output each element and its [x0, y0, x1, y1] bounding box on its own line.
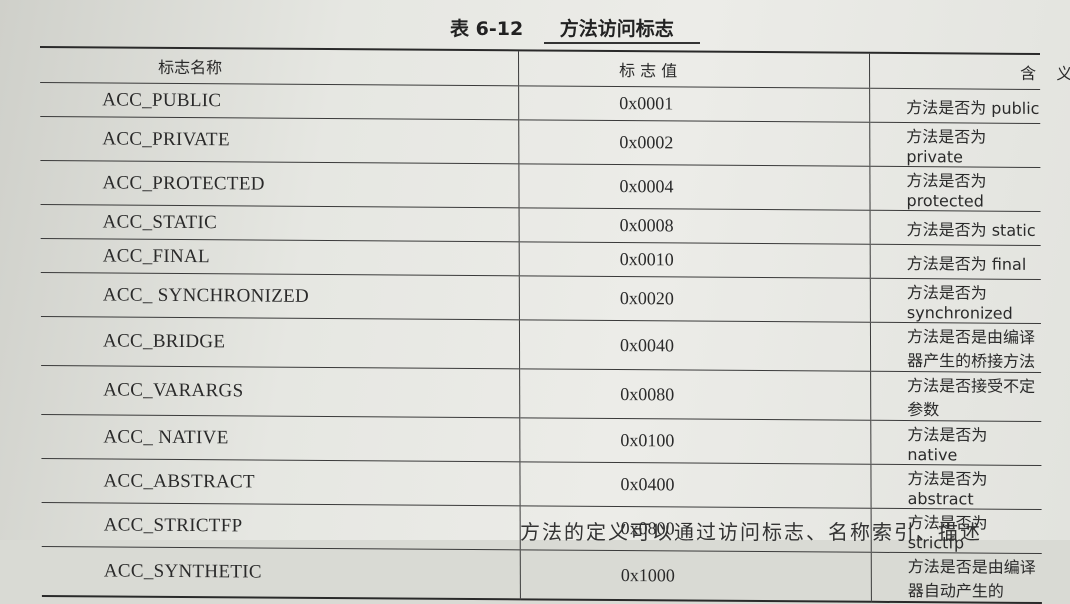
flag-name: ACC_STATIC: [40, 204, 520, 242]
table-row: ACC_ SYNCHRONIZED 0x0020 方法是否为 synchroni…: [40, 272, 1041, 324]
flag-meaning: 方法是否为 private: [869, 122, 1041, 168]
flag-value: 0x0100: [519, 417, 871, 465]
flag-name: ACC_ NATIVE: [41, 414, 520, 462]
flag-value: 0x1000: [520, 549, 872, 602]
flag-meaning: 方法是否为 synchronized: [870, 278, 1041, 324]
flag-name: ACC_PROTECTED: [40, 160, 520, 208]
table-row: ACC_ABSTRACT 0x0400 方法是否为 abstract: [41, 458, 1042, 510]
header-value: 标 志 值: [518, 50, 870, 89]
caption-number: 表 6-12: [450, 18, 524, 40]
page: 表 6-12 方法访问标志 标志名称 标 志 值 含 义 ACC_PUBLIC …: [0, 0, 1070, 603]
flag-meaning: 方法是否是由编译器产生的桥接方法: [870, 322, 1042, 373]
flag-name: ACC_PRIVATE: [40, 116, 519, 164]
header-meaning: 含 义: [869, 52, 1070, 90]
table-row: ACC_ NATIVE 0x0100 方法是否为 native: [41, 414, 1042, 466]
body-text-fragment: 方法的定义可以通过访问标志、名称索引、描述: [520, 520, 982, 544]
flag-name: ACC_BRIDGE: [40, 316, 520, 369]
table-row: ACC_PROTECTED 0x0004 方法是否为 protected: [40, 160, 1041, 212]
flag-value: 0x0002: [518, 119, 870, 167]
flag-meaning: 方法是否为 public: [869, 88, 1041, 124]
table-caption: 表 6-12 方法访问标志: [450, 14, 700, 44]
flag-value: 0x0020: [519, 275, 871, 323]
flag-meaning: 方法是否接受不定参数: [870, 371, 1042, 422]
flag-name: ACC_VARARGS: [41, 365, 520, 418]
flag-meaning: 方法是否为 protected: [869, 166, 1041, 212]
flag-value: 0x0040: [519, 319, 871, 372]
table-row: ACC_BRIDGE 0x0040 方法是否是由编译器产生的桥接方法: [40, 316, 1042, 373]
flag-meaning: 方法是否为 native: [870, 420, 1042, 466]
flag-value: 0x0008: [519, 207, 871, 245]
table-row: ACC_VARARGS 0x0080 方法是否接受不定参数: [41, 365, 1042, 422]
flag-name: ACC_STRICTFP: [41, 502, 521, 550]
flag-value: 0x0004: [518, 163, 871, 211]
flag-value: 0x0010: [519, 241, 871, 279]
flag-value: 0x0080: [519, 368, 871, 421]
flag-meaning: 方法是否为 final: [870, 244, 1041, 280]
flag-name: ACC_ SYNCHRONIZED: [40, 272, 520, 320]
flag-value: 0x0001: [518, 85, 870, 123]
table-row: ACC_SYNTHETIC 0x1000 方法是否是由编译器自动产生的: [41, 546, 1042, 603]
header-name: 标志名称: [40, 47, 519, 86]
flag-name: ACC_SYNTHETIC: [41, 546, 521, 600]
flag-meaning: 方法是否为 abstract: [870, 464, 1042, 510]
flag-name: ACC_PUBLIC: [40, 82, 519, 120]
flag-name: ACC_FINAL: [40, 238, 520, 276]
flag-meaning: 方法是否是由编译器自动产生的: [871, 552, 1042, 603]
table-row: ACC_PRIVATE 0x0002 方法是否为 private: [40, 116, 1041, 168]
flag-meaning: 方法是否为 static: [870, 210, 1041, 246]
caption-title: 方法访问标志: [543, 18, 700, 44]
flag-value: 0x0400: [519, 461, 872, 509]
flag-name: ACC_ABSTRACT: [41, 458, 521, 506]
